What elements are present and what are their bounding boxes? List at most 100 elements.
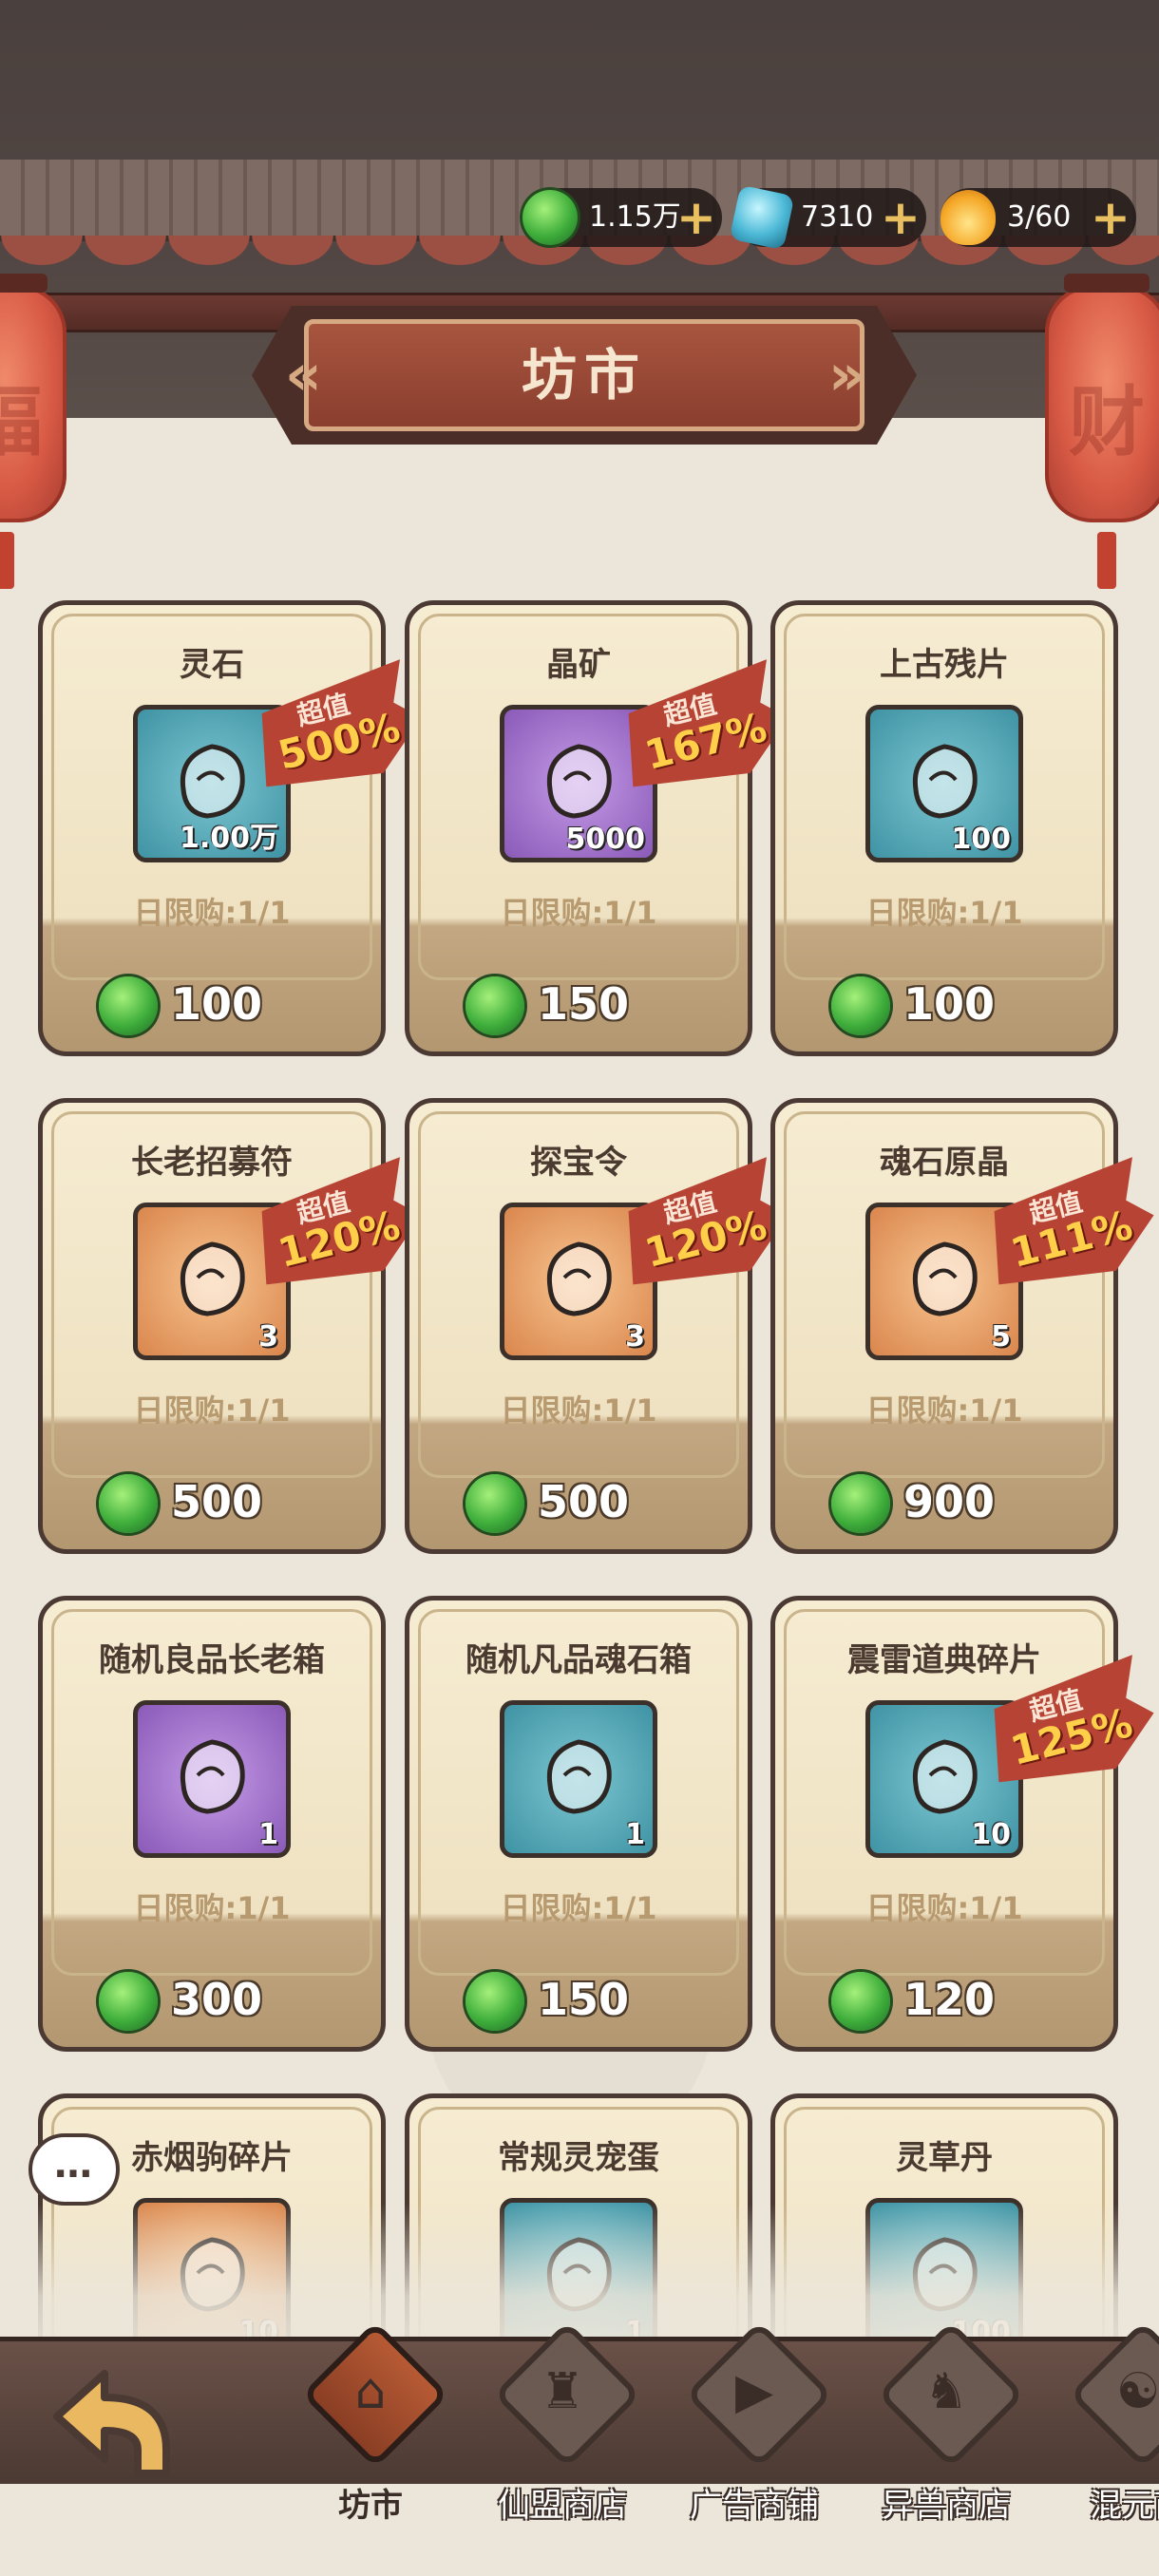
purchase-limit: 日限购:1/1 (865, 1392, 1023, 1429)
nav-tab-label: 仙盟商店 (498, 2487, 627, 2525)
item-price: 900 (903, 1476, 996, 1527)
item-name: 随机良品长老箱 (99, 1641, 325, 1679)
item-name: 长老招募符 (131, 1144, 293, 1182)
item-tile[interactable]: 100 (865, 705, 1023, 862)
shop-item-card[interactable]: 随机凡品魂石箱 1 日限购:1/1 150 (405, 1596, 752, 2052)
jade-icon (466, 1972, 524, 2031)
spirit-stone-icon (180, 744, 245, 819)
nav-tab-icon: ▶ (735, 2363, 773, 2420)
jade-icon (466, 1474, 524, 1533)
ancient-fragment-icon (912, 744, 978, 819)
item-quantity: 3 (258, 1320, 278, 1354)
item-tile[interactable]: 1 (133, 1700, 291, 1858)
add-stamina-button[interactable]: + (1089, 194, 1132, 241)
purchase-limit: 日限购:1/1 (500, 1890, 657, 1926)
chat-button[interactable]: … (28, 2133, 120, 2206)
shop-item-card[interactable]: 灵石 1.00万 超值 500% 日限购:1/1 100 (38, 600, 386, 1056)
nav-tab-label: 混元商 (1090, 2487, 1159, 2525)
jade-icon (831, 1972, 890, 2031)
nav-tab-label: 异兽商店 (882, 2487, 1011, 2525)
item-name: 上古残片 (880, 646, 1009, 684)
item-price: 150 (538, 1974, 630, 2025)
nav-tab-label: 广告商铺 (690, 2487, 819, 2525)
lantern-left: 福 (0, 274, 66, 589)
soul-chest-icon (546, 1739, 612, 1814)
shop-item-card[interactable]: 随机良品长老箱 1 日限购:1/1 300 (38, 1596, 386, 2052)
item-price: 500 (171, 1476, 263, 1527)
jade-value: 1.15万 (589, 200, 681, 234)
item-quantity: 1 (258, 1818, 278, 1851)
item-name: 随机凡品魂石箱 (466, 1641, 692, 1679)
crystal-icon (729, 184, 795, 251)
purchase-limit: 日限购:1/1 (133, 895, 291, 931)
elder-chest-icon (180, 1739, 245, 1814)
add-jade-button[interactable]: + (674, 194, 718, 241)
item-price: 120 (903, 1974, 996, 2025)
resource-jade[interactable]: 1.15万 + (522, 188, 722, 247)
item-name: 晶矿 (546, 646, 611, 684)
nav-tab-icon: ♜ (540, 2363, 585, 2420)
nav-tab-2[interactable]: ♜ 仙盟商店 (477, 2320, 648, 2542)
item-name: 灵石 (180, 646, 244, 684)
jade-icon (99, 976, 158, 1035)
nav-tab-1[interactable]: ⌂ 坊市 (285, 2320, 456, 2542)
flame-icon (940, 190, 996, 245)
add-crystal-button[interactable]: + (879, 194, 922, 241)
treasure-token-icon (546, 1241, 612, 1316)
purchase-limit: 日限购:1/1 (133, 1890, 291, 1926)
item-name: 魂石原晶 (880, 1144, 1009, 1182)
recruit-talisman-icon (180, 1241, 245, 1316)
item-price: 100 (171, 978, 263, 1030)
item-quantity: 10 (971, 1818, 1011, 1851)
stamina-value: 3/60 (1007, 200, 1072, 234)
jade-icon (831, 1474, 890, 1533)
shop-item-card[interactable]: 长老招募符 3 超值 120% 日限购:1/1 500 (38, 1098, 386, 1554)
shop-item-card[interactable]: 震雷道典碎片 10 超值 125% 日限购:1/1 120 (770, 1596, 1118, 2052)
item-price: 100 (903, 978, 996, 1030)
item-tile[interactable]: 1 (500, 1700, 657, 1858)
jade-icon (99, 1474, 158, 1533)
crystal-ore-icon (546, 744, 612, 819)
resource-crystal[interactable]: 7310 + (729, 184, 926, 251)
resource-stamina[interactable]: 3/60 + (940, 188, 1136, 247)
item-quantity: 1.00万 (179, 822, 278, 855)
item-name: 灵草丹 (896, 2139, 993, 2177)
item-quantity: 3 (625, 1320, 645, 1354)
nav-tab-icon: ☯ (1115, 2363, 1159, 2420)
shop-item-card[interactable]: 晶矿 5000 超值 167% 日限购:1/1 150 (405, 600, 752, 1056)
item-name: 探宝令 (530, 1144, 627, 1182)
purchase-limit: 日限购:1/1 (865, 895, 1023, 931)
item-price: 500 (538, 1476, 630, 1527)
jade-icon (831, 976, 890, 1035)
shop-item-card[interactable]: 上古残片 100 日限购:1/1 100 (770, 600, 1118, 1056)
purchase-limit: 日限购:1/1 (500, 1392, 657, 1429)
item-quantity: 1 (625, 1818, 645, 1851)
nav-tab-icon: ⌂ (354, 2363, 387, 2420)
item-name: 常规灵宠蛋 (498, 2139, 659, 2177)
purchase-limit: 日限购:1/1 (500, 895, 657, 931)
jade-icon (466, 976, 524, 1035)
thunder-book-icon (912, 1739, 978, 1814)
lantern-right: 财 (1045, 274, 1159, 589)
purchase-limit: 日限购:1/1 (865, 1890, 1023, 1926)
nav-tab-4[interactable]: ♞ 异兽商店 (861, 2320, 1032, 2542)
shop-item-card[interactable]: 探宝令 3 超值 120% 日限购:1/1 500 (405, 1098, 752, 1554)
item-quantity: 5 (991, 1320, 1011, 1354)
shop-item-card[interactable]: 魂石原晶 5 超值 111% 日限购:1/1 900 (770, 1098, 1118, 1554)
nav-tab-label: 坊市 (338, 2487, 403, 2525)
item-quantity: 100 (951, 823, 1011, 856)
item-quantity: 5000 (565, 823, 646, 856)
chat-icon: … (54, 2143, 94, 2187)
crystal-value: 7310 (801, 200, 874, 234)
purchase-limit: 日限购:1/1 (133, 1392, 291, 1429)
nav-tab-3[interactable]: ▶ 广告商铺 (669, 2320, 840, 2542)
item-price: 150 (538, 978, 630, 1030)
back-arrow-icon[interactable] (38, 2359, 180, 2492)
nav-tab-5[interactable]: ☯ 混元商 (1053, 2320, 1159, 2542)
jade-icon (522, 190, 578, 245)
page-title: 坊市 (521, 343, 647, 407)
item-price: 300 (171, 1974, 263, 2025)
jade-icon (99, 1972, 158, 2031)
nav-tab-icon: ♞ (923, 2363, 969, 2420)
soul-crystal-icon (912, 1241, 978, 1316)
